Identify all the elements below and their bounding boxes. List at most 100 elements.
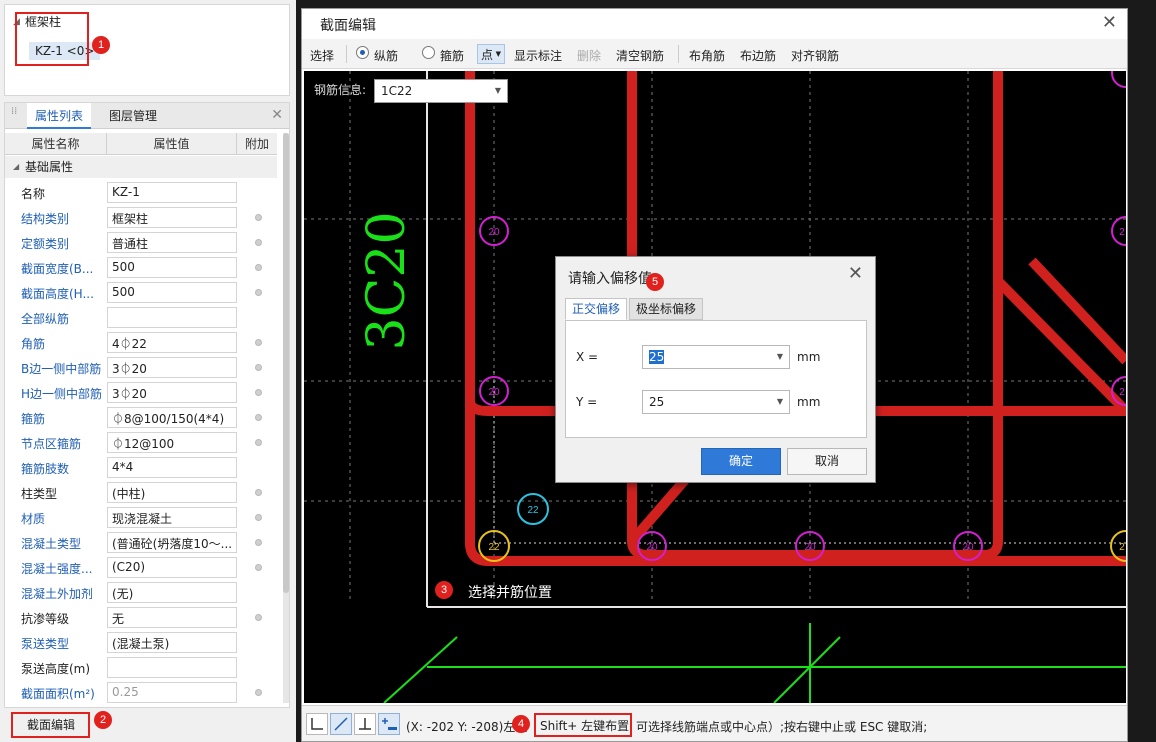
tab-property-list[interactable]: 属性列表 (27, 103, 92, 129)
property-value-field[interactable]: 0.25 (107, 682, 237, 703)
cancel-button[interactable]: 取消 (787, 448, 867, 475)
snap-line-button[interactable] (330, 713, 352, 735)
property-value-field[interactable]: (混凝土泵) (107, 632, 237, 653)
corner-rebar-button[interactable]: 布角筋 (689, 47, 725, 64)
attach-checkbox[interactable] (255, 439, 262, 446)
property-name: 截面宽度(B... (21, 262, 94, 276)
attach-checkbox[interactable] (255, 214, 262, 221)
attach-checkbox[interactable] (255, 239, 262, 246)
attach-checkbox[interactable] (255, 489, 262, 496)
property-value-field[interactable]: 框架柱 (107, 207, 237, 228)
property-value-field[interactable]: (无) (107, 582, 237, 603)
property-row[interactable]: 角筋 4⏀22 (5, 330, 277, 355)
property-row[interactable]: 混凝土外加剂 (无) (5, 580, 277, 605)
property-row[interactable]: 定额类别 普通柱 (5, 230, 277, 255)
radio-stirrup[interactable] (422, 46, 435, 59)
property-row[interactable]: 泵送高度(m) (5, 655, 277, 680)
attach-checkbox[interactable] (255, 414, 262, 421)
rebar-info-dropdown[interactable]: 1C22 ▼ (374, 79, 508, 103)
offset-button[interactable] (378, 713, 400, 735)
group-collapse-icon[interactable]: ◢ (13, 156, 19, 178)
property-row[interactable]: 柱类型 (中柱) (5, 480, 277, 505)
clear-rebar-button[interactable]: 清空钢筋 (616, 47, 664, 64)
property-value-field[interactable] (107, 307, 237, 328)
property-row[interactable]: 截面高度(H... 500 (5, 280, 277, 305)
property-row[interactable]: 名称 KZ-1 (5, 180, 277, 205)
attach-checkbox[interactable] (255, 389, 262, 396)
property-value-field[interactable]: (普通砼(坍落度10～... (107, 532, 237, 553)
select-button[interactable]: 选择 (310, 47, 334, 64)
attach-checkbox[interactable] (255, 514, 262, 521)
align-rebar-button[interactable]: 对齐钢筋 (791, 47, 839, 64)
attach-checkbox[interactable] (255, 689, 262, 696)
property-value-field[interactable] (107, 657, 237, 678)
group-row-basic[interactable]: ◢ 基础属性 (5, 156, 277, 178)
property-name: 角筋 (21, 337, 46, 351)
toolbar-separator (346, 45, 347, 63)
tab-ortho-offset[interactable]: 正交偏移 (565, 298, 628, 320)
property-row[interactable]: 箍筋肢数 4*4 (5, 455, 277, 480)
radio-longitudinal-label[interactable]: 纵筋 (374, 47, 398, 64)
attach-checkbox[interactable] (255, 539, 262, 546)
property-value-field[interactable]: (中柱) (107, 482, 237, 503)
offset-dialog: 请输入偏移值 5 ✕ 正交偏移 极坐标偏移 X = 25 ▼ mm Y = 25 ▼… (555, 256, 876, 483)
property-row[interactable]: H边一侧中部筋 3⏀20 (5, 380, 277, 405)
property-row[interactable]: 材质 现浇混凝土 (5, 505, 277, 530)
property-row[interactable]: 截面面积(m²) 0.25 (5, 680, 277, 705)
scrollbar-thumb[interactable] (283, 133, 289, 593)
attach-checkbox[interactable] (255, 339, 262, 346)
property-row[interactable]: 抗渗等级 无 (5, 605, 277, 630)
dialog-close-icon[interactable]: ✕ (1102, 12, 1117, 33)
edge-rebar-button[interactable]: 布边筋 (740, 47, 776, 64)
property-row[interactable]: 截面宽度(B... 500 (5, 255, 277, 280)
property-value-field[interactable]: 普通柱 (107, 232, 237, 253)
property-value-field[interactable]: KZ-1 (107, 182, 237, 203)
chevron-down-icon[interactable]: ▼ (777, 352, 783, 361)
property-value-field[interactable]: 3⏀20 (107, 382, 237, 403)
point-label: 20 (962, 542, 974, 553)
drag-grip-icon[interactable]: ⁞⁞ (11, 107, 19, 123)
property-row[interactable]: 泵送类型 (混凝土泵) (5, 630, 277, 655)
property-value-field[interactable]: ⏀8@100/150(4*4) (107, 407, 237, 428)
property-value-field[interactable]: 500 (107, 282, 237, 303)
snap-perp-button[interactable] (354, 713, 376, 735)
property-value-field[interactable]: 3⏀20 (107, 357, 237, 378)
property-row[interactable]: 混凝土强度... (C20) (5, 555, 277, 580)
property-row[interactable]: B边一侧中部筋 3⏀20 (5, 355, 277, 380)
attach-checkbox[interactable] (255, 364, 262, 371)
radio-longitudinal[interactable] (356, 46, 369, 59)
chevron-down-icon[interactable]: ▼ (777, 397, 783, 406)
property-value-field[interactable]: 现浇混凝土 (107, 507, 237, 528)
property-row[interactable]: 箍筋 ⏀8@100/150(4*4) (5, 405, 277, 430)
tab-layer-manager[interactable]: 图层管理 (101, 103, 165, 129)
attach-checkbox[interactable] (255, 564, 262, 571)
x-offset-input[interactable]: 25 ▼ (642, 345, 790, 369)
property-value-field[interactable]: 4*4 (107, 457, 237, 478)
property-name: 箍筋肢数 (21, 462, 70, 476)
property-value-field[interactable]: 无 (107, 607, 237, 628)
tab-polar-offset[interactable]: 极坐标偏移 (629, 298, 704, 320)
property-row[interactable]: 结构类别 框架柱 (5, 205, 277, 230)
ok-button[interactable]: 确定 (701, 448, 781, 475)
attach-checkbox[interactable] (255, 289, 262, 296)
property-value-field[interactable]: 500 (107, 257, 237, 278)
attach-checkbox[interactable] (255, 264, 262, 271)
close-icon[interactable]: ✕ (271, 107, 283, 123)
attach-checkbox[interactable] (255, 614, 262, 621)
property-scrollbar[interactable] (283, 133, 289, 703)
property-value-field[interactable]: (C20) (107, 557, 237, 578)
offset-dialog-close-icon[interactable]: ✕ (848, 263, 863, 284)
show-label-button[interactable]: 显示标注 (514, 47, 562, 64)
property-name: 混凝土外加剂 (21, 587, 94, 601)
property-value-field[interactable]: 4⏀22 (107, 332, 237, 353)
radio-stirrup-label[interactable]: 箍筋 (440, 47, 464, 64)
y-offset-input[interactable]: 25 ▼ (642, 390, 790, 414)
property-row[interactable]: 混凝土类型 (普通砼(坍落度10～... (5, 530, 277, 555)
property-name: 柱类型 (21, 487, 58, 501)
property-row[interactable]: 全部纵筋 (5, 305, 277, 330)
point-mode-dropdown[interactable]: 点 ▼ (477, 44, 505, 64)
delete-button[interactable]: 删除 (577, 47, 601, 64)
property-row[interactable]: 节点区箍筋 ⏀12@100 (5, 430, 277, 455)
ortho-mode-button[interactable] (306, 713, 328, 735)
property-value-field[interactable]: ⏀12@100 (107, 432, 237, 453)
